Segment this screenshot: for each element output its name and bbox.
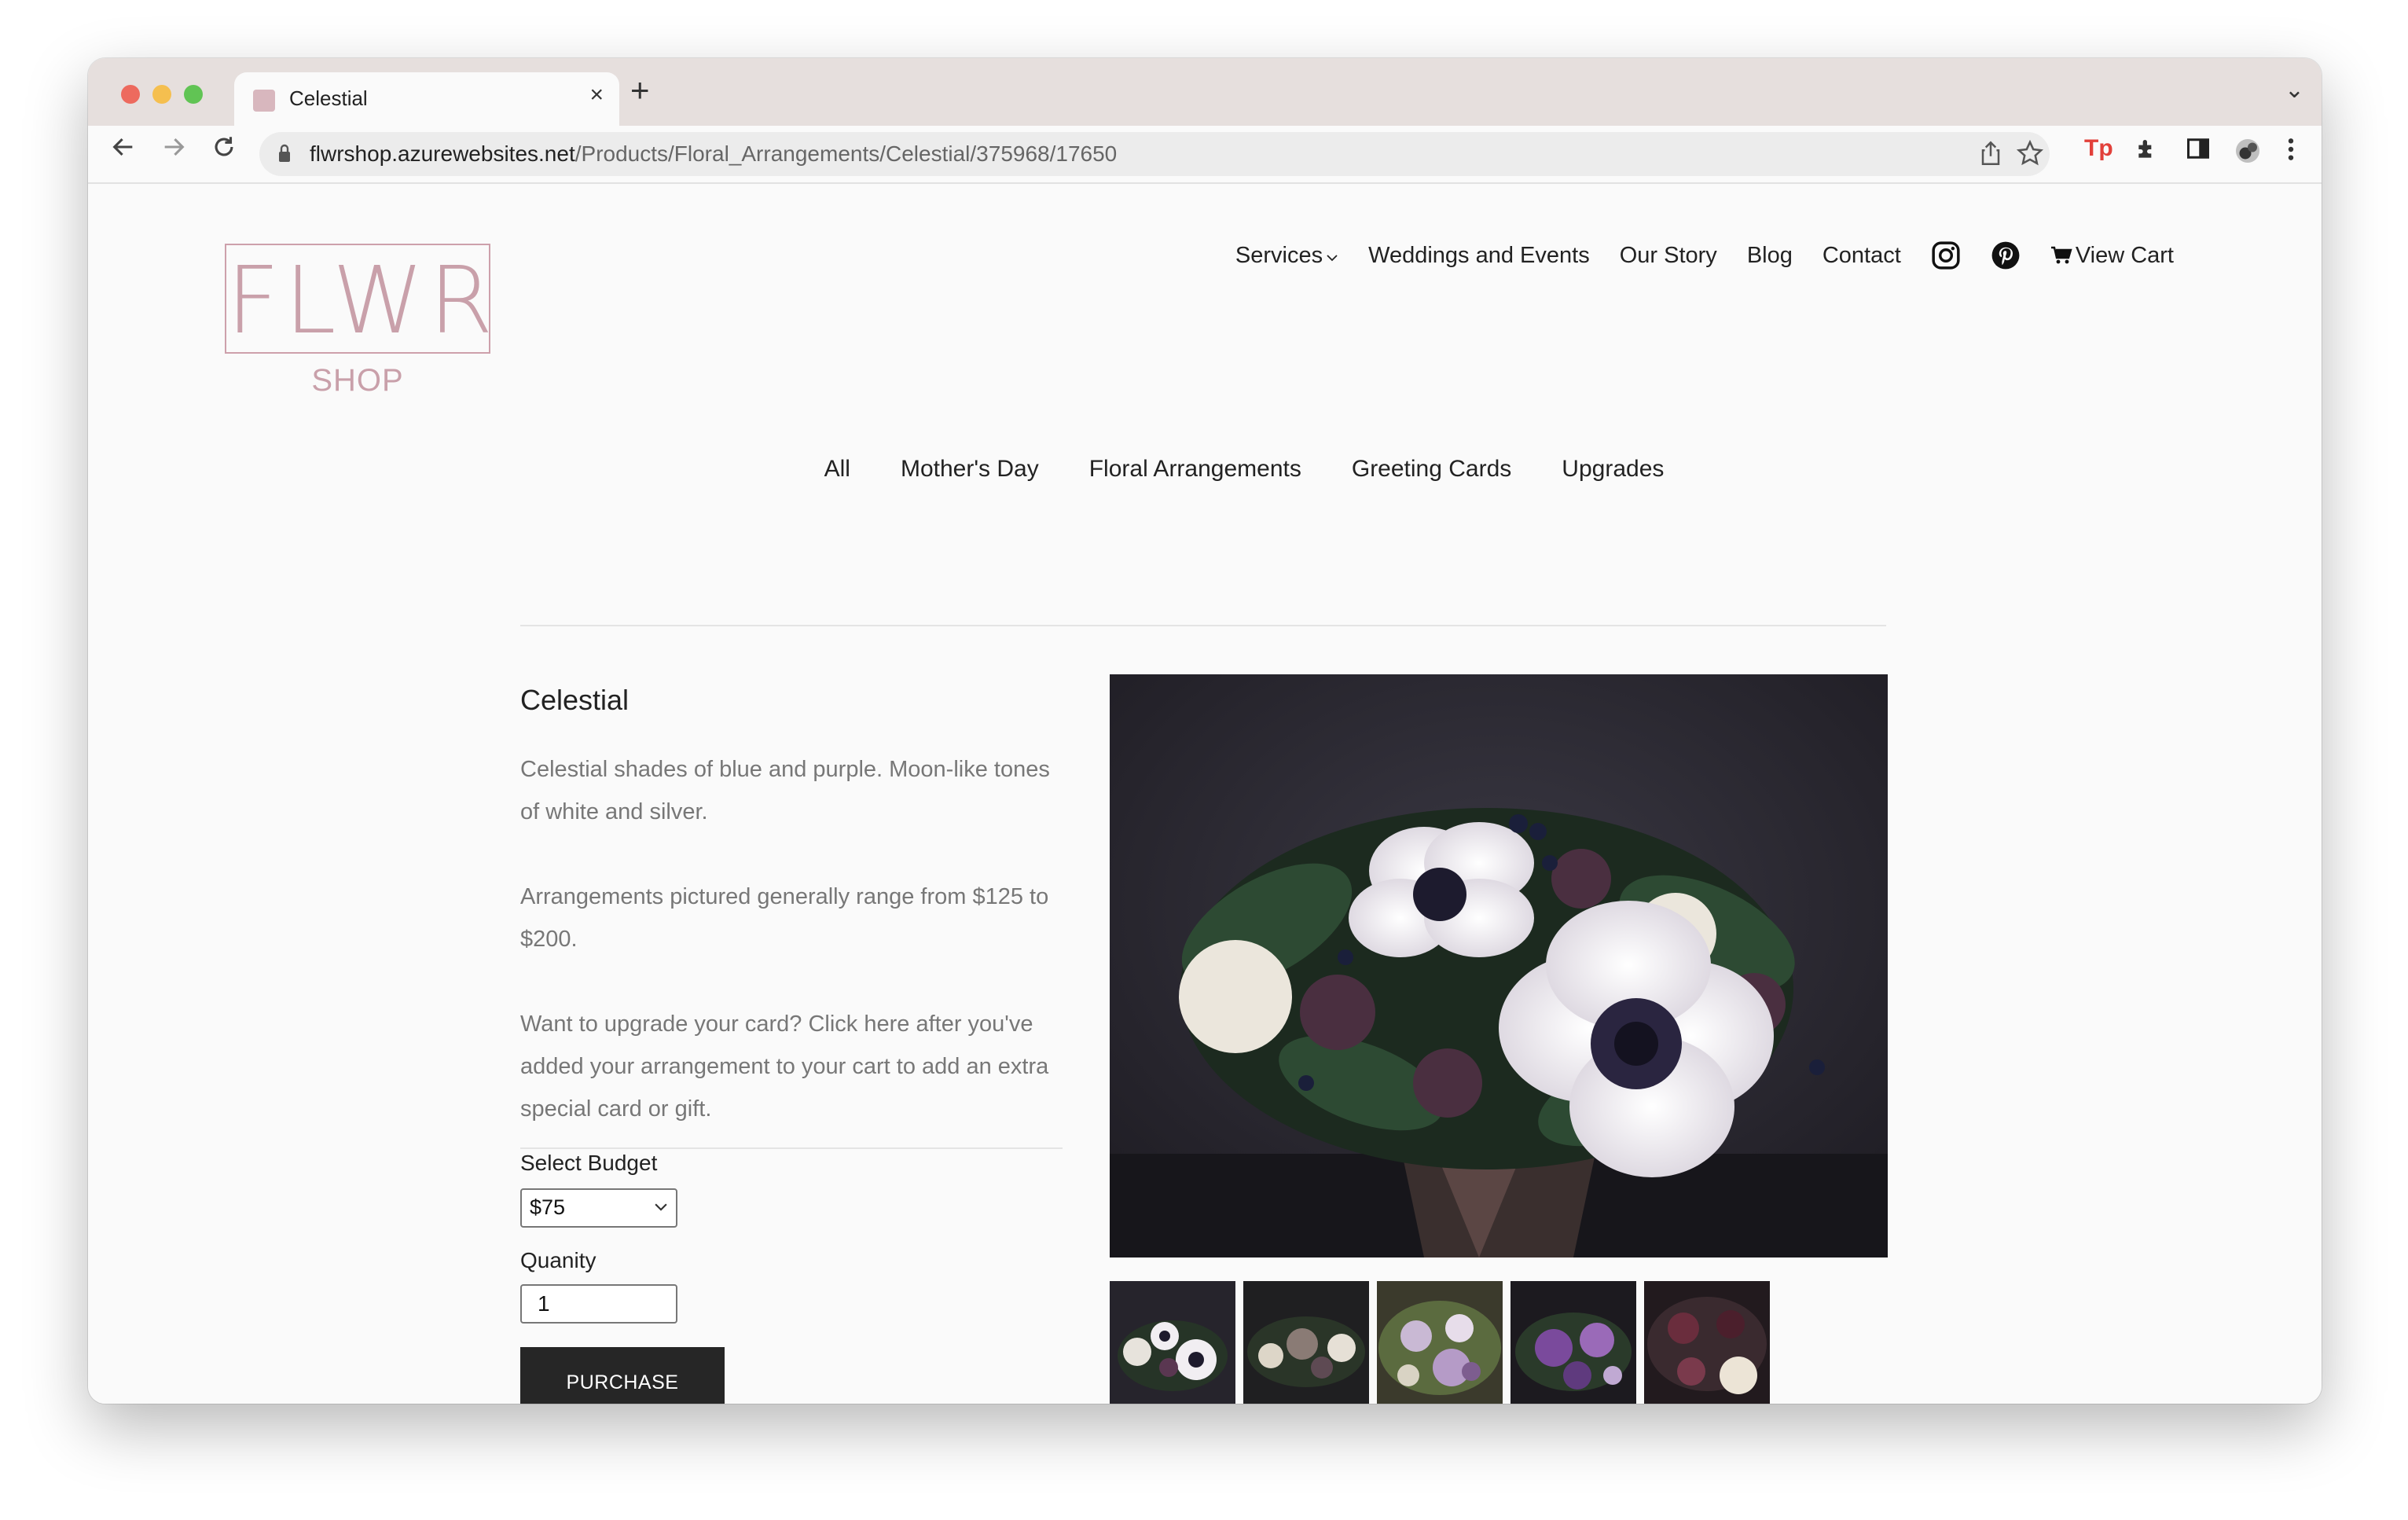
thumbnail-strip [1110,1281,1770,1404]
nav-services-label: Services [1235,242,1323,268]
thumbnail-image-3[interactable] [1377,1281,1503,1404]
lock-icon [279,144,290,162]
logo-main-text: FLWR [226,246,498,354]
quantity-input[interactable]: 1 [520,1284,677,1324]
tab-close-icon[interactable]: × [589,83,604,107]
cart-icon [2050,246,2072,263]
maximize-window-button[interactable] [184,85,203,104]
budget-select[interactable]: $75 [520,1188,677,1228]
browser-tab[interactable]: Celestial × [234,72,619,126]
category-all[interactable]: All [824,456,850,483]
view-cart-label: View Cart [2075,242,2174,268]
url-path: /Products/Floral_Arrangements/Celestial/… [574,141,1118,166]
profile-avatar-icon[interactable] [2234,137,2262,165]
back-button[interactable] [110,134,137,165]
top-navigation: Services Weddings and Events Our Story B… [1235,236,2174,275]
pinterest-icon[interactable] [1991,240,2021,270]
new-tab-button[interactable]: + [630,74,650,107]
nav-our-story[interactable]: Our Story [1620,243,1717,269]
category-upgrades[interactable]: Upgrades [1562,456,1664,483]
url-text[interactable]: flwrshop.azurewebsites.net/Products/Flor… [310,141,1117,167]
browser-window: Celestial × + ⌄ flwrshop.azurewebsites.n… [88,58,2322,1404]
chevron-down-icon [655,1203,667,1211]
thumbnail-image-2[interactable] [1243,1281,1369,1404]
thumbnail-1-picture [1110,1281,1235,1404]
product-title: Celestial [520,684,630,716]
reload-button[interactable] [211,134,237,165]
nav-blog[interactable]: Blog [1747,243,1793,269]
tab-title: Celestial [289,86,368,110]
budget-label: Select Budget [520,1151,658,1175]
section-divider [520,625,1886,626]
nav-contact[interactable]: Contact [1823,243,1901,269]
address-bar[interactable]: flwrshop.azurewebsites.net/Products/Flor… [259,132,2050,176]
tab-search-chevron-icon[interactable]: ⌄ [2285,79,2304,102]
tab-strip: Celestial × + ⌄ [88,58,2322,126]
flower-bouquet-image [1110,674,1888,1257]
budget-select-value: $75 [530,1195,566,1219]
minimize-window-button[interactable] [152,85,171,104]
instagram-icon[interactable] [1931,240,1961,270]
nav-services[interactable]: Services [1235,243,1338,269]
nav-weddings-and-events[interactable]: Weddings and Events [1368,243,1590,269]
extensions-puzzle-icon[interactable] [2135,137,2160,162]
browser-menu-icon[interactable] [2285,137,2296,162]
bookmark-star-icon[interactable] [2017,140,2043,167]
view-cart-link[interactable]: View Cart [2050,243,2174,269]
url-host: flwrshop.azurewebsites.net [310,141,575,166]
thumbnail-image-1[interactable] [1110,1281,1235,1404]
browser-toolbar: flwrshop.azurewebsites.net/Products/Flor… [88,126,2322,184]
reload-icon [215,137,233,156]
thumbnail-image-4[interactable] [1511,1281,1636,1404]
product-description-1: Celestial shades of blue and purple. Moo… [520,757,1050,824]
web-page: FLWR SHOP Services Weddings and Events O… [88,184,2322,1404]
forward-arrow-icon [164,138,185,156]
back-arrow-icon [112,138,133,156]
thumbnail-image-5[interactable] [1644,1281,1770,1404]
product-description-3[interactable]: Want to upgrade your card? Click here af… [520,1003,1070,1130]
category-floral-arrangements[interactable]: Floral Arrangements [1089,456,1301,483]
description-divider [520,1147,1063,1149]
product-main-image [1110,674,1888,1257]
category-greeting-cards[interactable]: Greeting Cards [1352,456,1511,483]
favicon-icon [253,90,275,112]
logo-sub-text: SHOP [311,363,404,398]
thumbnail-5-picture [1644,1281,1770,1404]
site-logo[interactable]: FLWR [225,244,498,354]
tp-extension-icon[interactable]: Tp [2084,137,2113,160]
thumbnail-4-picture [1511,1281,1636,1404]
share-icon[interactable] [1979,140,2002,167]
side-panel-icon[interactable] [2186,137,2210,160]
quantity-label: Quanity [520,1248,596,1272]
thumbnail-2-picture [1243,1281,1369,1404]
forward-button[interactable] [160,134,187,165]
category-navigation: All Mother's Day Floral Arrangements Gre… [88,456,2322,483]
product-description-2: Arrangements pictured generally range fr… [520,884,1049,952]
chevron-down-icon [1327,254,1338,261]
thumbnail-3-picture [1377,1281,1503,1404]
category-mothers-day[interactable]: Mother's Day [901,456,1039,483]
close-window-button[interactable] [121,85,140,104]
purchase-button[interactable]: PURCHASE [520,1347,725,1404]
